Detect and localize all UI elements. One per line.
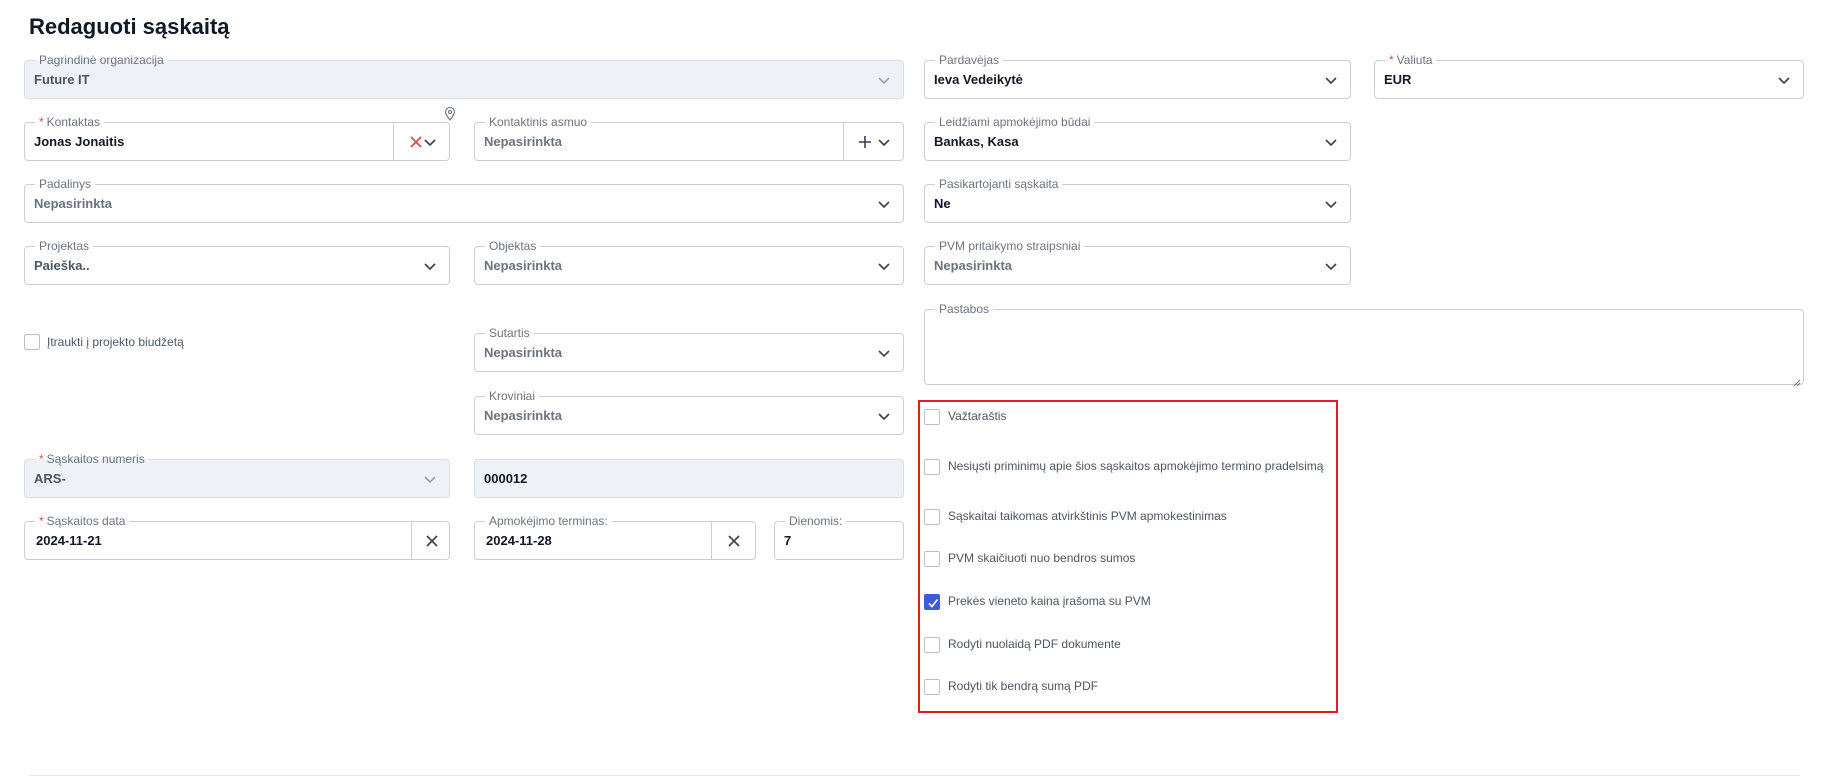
required-marker: * xyxy=(39,452,44,466)
option-label-no-reminders: Nesiųsti priminimų apie šios sąskaitos a… xyxy=(948,459,1324,473)
clear-icon[interactable] xyxy=(424,533,440,549)
chevron-down-icon xyxy=(423,259,437,273)
option-checkbox-price-with-vat[interactable] xyxy=(924,594,940,610)
organization-select[interactable]: Pagrindinė organizacija Future IT xyxy=(24,53,904,99)
required-marker: * xyxy=(1389,53,1394,67)
project-label: Projektas xyxy=(35,239,94,253)
required-marker: * xyxy=(39,514,44,528)
option-label-total-only-pdf: Rodyti tik bendrą sumą PDF xyxy=(948,679,1099,693)
currency-value: EUR xyxy=(1384,72,1412,87)
chevron-down-icon xyxy=(1324,197,1338,211)
recurring-select[interactable]: Pasikartojanti sąskaita Ne xyxy=(924,177,1351,223)
chevron-down-icon xyxy=(877,346,891,360)
invoice-date-label: * Sąskaitos data xyxy=(35,514,130,528)
notes-textarea[interactable]: Pastabos xyxy=(924,302,1804,387)
days-value: 7 xyxy=(784,533,792,548)
option-label-discount-pdf: Rodyti nuolaidą PDF dokumente xyxy=(948,637,1121,651)
option-checkbox-total-only-pdf[interactable] xyxy=(924,679,940,695)
contact-label: * Kontaktas xyxy=(35,115,105,129)
budget-checkbox[interactable] xyxy=(24,334,40,350)
chevron-down-icon xyxy=(877,259,891,273)
days-input[interactable]: Dienomis: 7 xyxy=(774,514,904,560)
chevron-down-icon xyxy=(423,472,437,486)
division-value: Nepasirinkta xyxy=(34,196,113,211)
seller-select[interactable]: Pardavėjas Ieva Vedeikytė xyxy=(924,53,1351,99)
division-select[interactable]: Padalinys Nepasirinkta xyxy=(24,177,904,223)
payment-term-input[interactable]: Apmokėjimo terminas: 2024-11-28 xyxy=(474,514,756,560)
chevron-down-icon xyxy=(877,197,891,211)
recurring-label: Pasikartojanti sąskaita xyxy=(935,177,1063,191)
required-marker: * xyxy=(39,115,44,129)
divider xyxy=(29,775,1800,776)
edit-invoice-form: Redaguoti sąskaitą Pagrindinė organizaci… xyxy=(5,0,1822,784)
cargo-select[interactable]: Kroviniai Nepasirinkta xyxy=(474,389,904,435)
vat-articles-label: PVM pritaikymo straipsniai xyxy=(935,239,1085,253)
clear-icon[interactable] xyxy=(408,134,424,150)
location-pin-icon[interactable] xyxy=(444,106,456,121)
chevron-down-icon xyxy=(1324,259,1338,273)
contact-person-label: Kontaktinis asmuo xyxy=(485,115,592,129)
object-label: Objektas xyxy=(485,239,541,253)
invoice-series-label: * Sąskaitos numeris xyxy=(35,452,149,466)
chevron-down-icon xyxy=(1777,73,1791,87)
clear-icon[interactable] xyxy=(726,533,742,549)
invoice-date-input[interactable]: * Sąskaitos data 2024-11-21 xyxy=(24,514,450,560)
payment-term-label: Apmokėjimo terminas: xyxy=(485,514,612,528)
invoice-date-value: 2024-11-21 xyxy=(36,533,102,548)
budget-checkbox-label: Įtraukti į projekto biudžetą xyxy=(47,335,184,349)
payment-methods-select[interactable]: Leidžiami apmokėjimo būdai Bankas, Kasa xyxy=(924,115,1351,161)
option-checkbox-discount-pdf[interactable] xyxy=(924,637,940,653)
project-value: Paieška.. xyxy=(34,258,90,273)
option-checkbox-vat-total[interactable] xyxy=(924,551,940,567)
chevron-down-icon xyxy=(877,409,891,423)
recurring-value: Ne xyxy=(934,196,951,211)
vat-articles-value: Nepasirinkta xyxy=(934,258,1013,273)
option-checkbox-reverse-vat[interactable] xyxy=(924,509,940,525)
payment-methods-value: Bankas, Kasa xyxy=(934,134,1019,149)
vat-articles-select[interactable]: PVM pritaikymo straipsniai Nepasirinkta xyxy=(924,239,1351,285)
check-icon xyxy=(928,599,939,608)
cargo-label: Kroviniai xyxy=(485,389,540,403)
payment-term-value: 2024-11-28 xyxy=(486,533,552,548)
object-select[interactable]: Objektas Nepasirinkta xyxy=(474,239,904,285)
contract-value: Nepasirinkta xyxy=(484,345,563,360)
contact-value: Jonas Jonaitis xyxy=(34,134,125,149)
option-label-price-with-vat: Prekės vieneto kaina įrašoma su PVM xyxy=(948,594,1151,608)
chevron-down-icon xyxy=(1324,73,1338,87)
currency-select[interactable]: * Valiuta EUR xyxy=(1374,53,1804,99)
option-label-waybill: Važtaraštis xyxy=(948,409,1007,423)
invoice-series-select[interactable]: * Sąskaitos numeris ARS- xyxy=(24,452,450,498)
page-title: Redaguoti sąskaitą xyxy=(29,14,230,39)
contract-label: Sutartis xyxy=(485,326,534,340)
object-value: Nepasirinkta xyxy=(484,258,563,273)
option-label-vat-total: PVM skaičiuoti nuo bendros sumos xyxy=(948,551,1136,565)
chevron-down-icon[interactable] xyxy=(423,135,437,149)
contact-select[interactable]: * Kontaktas Jonas Jonaitis xyxy=(24,115,450,161)
plus-icon[interactable] xyxy=(857,134,873,150)
resize-handle-icon[interactable] xyxy=(1793,374,1801,387)
days-label: Dienomis: xyxy=(785,514,847,528)
chevron-down-icon xyxy=(1324,135,1338,149)
contact-person-value: Nepasirinkta xyxy=(484,134,563,149)
organization-value: Future IT xyxy=(34,72,90,87)
invoice-number-input[interactable]: 000012 xyxy=(474,459,904,498)
contract-select[interactable]: Sutartis Nepasirinkta xyxy=(474,326,904,372)
payment-methods-label: Leidžiami apmokėjimo būdai xyxy=(935,115,1095,129)
notes-label: Pastabos xyxy=(935,302,994,316)
chevron-down-icon[interactable] xyxy=(877,135,891,149)
option-checkbox-no-reminders[interactable] xyxy=(924,459,940,475)
division-label: Padalinys xyxy=(35,177,96,191)
project-select[interactable]: Projektas Paieška.. xyxy=(24,239,450,285)
chevron-down-icon xyxy=(877,73,891,87)
cargo-value: Nepasirinkta xyxy=(484,408,563,423)
option-checkbox-waybill[interactable] xyxy=(924,409,940,425)
currency-label: * Valiuta xyxy=(1385,53,1437,67)
seller-label: Pardavėjas xyxy=(935,53,1004,67)
option-label-reverse-vat: Sąskaitai taikomas atvirkštinis PVM apmo… xyxy=(948,509,1227,523)
invoice-number-value: 000012 xyxy=(484,471,528,486)
seller-value: Ieva Vedeikytė xyxy=(934,72,1023,87)
organization-label: Pagrindinė organizacija xyxy=(35,53,168,67)
contact-person-select[interactable]: Kontaktinis asmuo Nepasirinkta xyxy=(474,115,904,161)
invoice-series-value: ARS- xyxy=(34,471,66,486)
